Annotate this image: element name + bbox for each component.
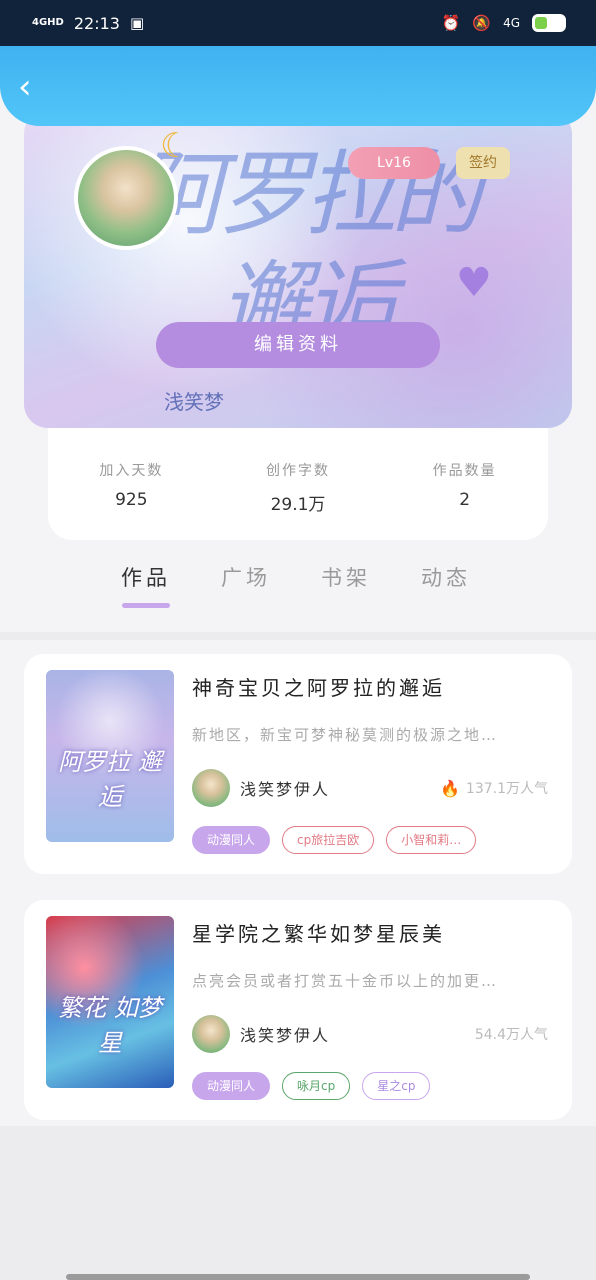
stat-value: 2 [459,490,471,510]
author-avatar[interactable] [192,1015,230,1053]
work-description: 新地区，新宝可梦神秘莫测的极源之地… [192,726,499,744]
work-title[interactable]: 星学院之繁华如梦星辰美 [192,918,445,947]
tab-bookshelf[interactable]: 书架 [296,560,396,620]
author-avatar[interactable] [192,769,230,807]
stat-value: 29.1万 [270,495,326,515]
popularity: 54.4万人气 [475,1024,548,1044]
popularity-value: 137.1万人气 [465,781,548,797]
back-button[interactable]: ‹ [18,70,50,104]
stats-card: 加入天数 925 创作字数 29.1万 作品数量 2 [48,428,548,540]
stat-join-days: 加入天数 925 [48,428,215,540]
work-description: 点亮会员或者打赏五十金币以上的加更… [192,972,499,990]
divider [0,632,596,640]
tab-square[interactable]: 广场 [196,560,296,620]
tab-works[interactable]: 作品 [96,560,196,620]
tag-list: 动漫同人 咏月cp 星之cp [192,1072,431,1100]
flame-icon: 🔥 [439,778,460,798]
stat-word-count: 创作字数 29.1万 [215,428,382,540]
popularity: 🔥 137.1万人气 [440,778,548,798]
sign-badge: 签约 [456,147,510,179]
heart-icon: ♥ [456,260,492,306]
chevron-left-icon: ‹ [18,67,32,107]
tag[interactable]: 星之cp [362,1072,431,1100]
stat-label: 加入天数 [99,463,164,479]
author-row: 浅笑梦伊人 🔥 137.1万人气 [192,768,548,808]
level-badge: Lv16 [348,147,440,179]
work-card[interactable]: 阿罗拉 邂逅 神奇宝贝之阿罗拉的邂逅 新地区，新宝可梦神秘莫测的极源之地… 浅笑… [24,654,572,874]
tag[interactable]: 动漫同人 [192,1072,271,1100]
network-indicator: 4GHD [32,17,64,28]
tab-indicator [122,603,170,608]
stat-label: 创作字数 [266,463,330,479]
author-row: 浅笑梦伊人 54.4万人气 [192,1014,548,1054]
cover-title: 繁花 如梦星 [58,994,162,1057]
tag-list: 动漫同人 cp旅拉吉欧 小智和莉… [192,826,477,854]
stat-label: 作品数量 [432,463,497,479]
banner-author: 浅笑梦 [164,390,224,414]
work-title[interactable]: 神奇宝贝之阿罗拉的邂逅 [192,672,445,701]
tag[interactable]: 小智和莉… [386,826,477,854]
alarm-icon: ⏰ [441,14,461,32]
stat-value: 925 [115,490,148,510]
battery-icon [532,14,566,32]
tag[interactable]: 咏月cp [282,1072,351,1100]
status-time: 22:13 [73,13,120,33]
author-name[interactable]: 浅笑梦伊人 [240,1022,330,1046]
cellular-label: 4G [503,16,520,30]
popularity-value: 54.4万人气 [474,1027,548,1043]
edit-profile-button[interactable]: 编辑资料 [156,322,440,368]
stat-works-count: 作品数量 2 [381,428,548,540]
tag[interactable]: 动漫同人 [192,826,271,854]
cover-title: 阿罗拉 邂逅 [58,748,162,811]
book-cover[interactable]: 阿罗拉 邂逅 [46,670,174,842]
book-cover[interactable]: 繁花 如梦星 [46,916,174,1088]
tab-activity[interactable]: 动态 [396,560,496,620]
work-card[interactable]: 繁花 如梦星 星学院之繁华如梦星辰美 点亮会员或者打赏五十金币以上的加更… 浅笑… [24,900,572,1120]
header-bar: ‹ [0,46,596,126]
bottom-area [0,1126,596,1280]
profile-tabs: 作品 广场 书架 动态 [96,560,516,620]
status-bar: 4GHD 22:13 ▣ ⏰ 🔕 4G [0,0,596,46]
moon-icon: ☾ [160,126,191,166]
notification-icon: ▣ [129,14,145,32]
home-indicator[interactable] [66,1274,530,1280]
author-name[interactable]: 浅笑梦伊人 [240,776,330,800]
tag[interactable]: cp旅拉吉欧 [282,826,375,854]
mute-icon: 🔕 [472,14,492,32]
